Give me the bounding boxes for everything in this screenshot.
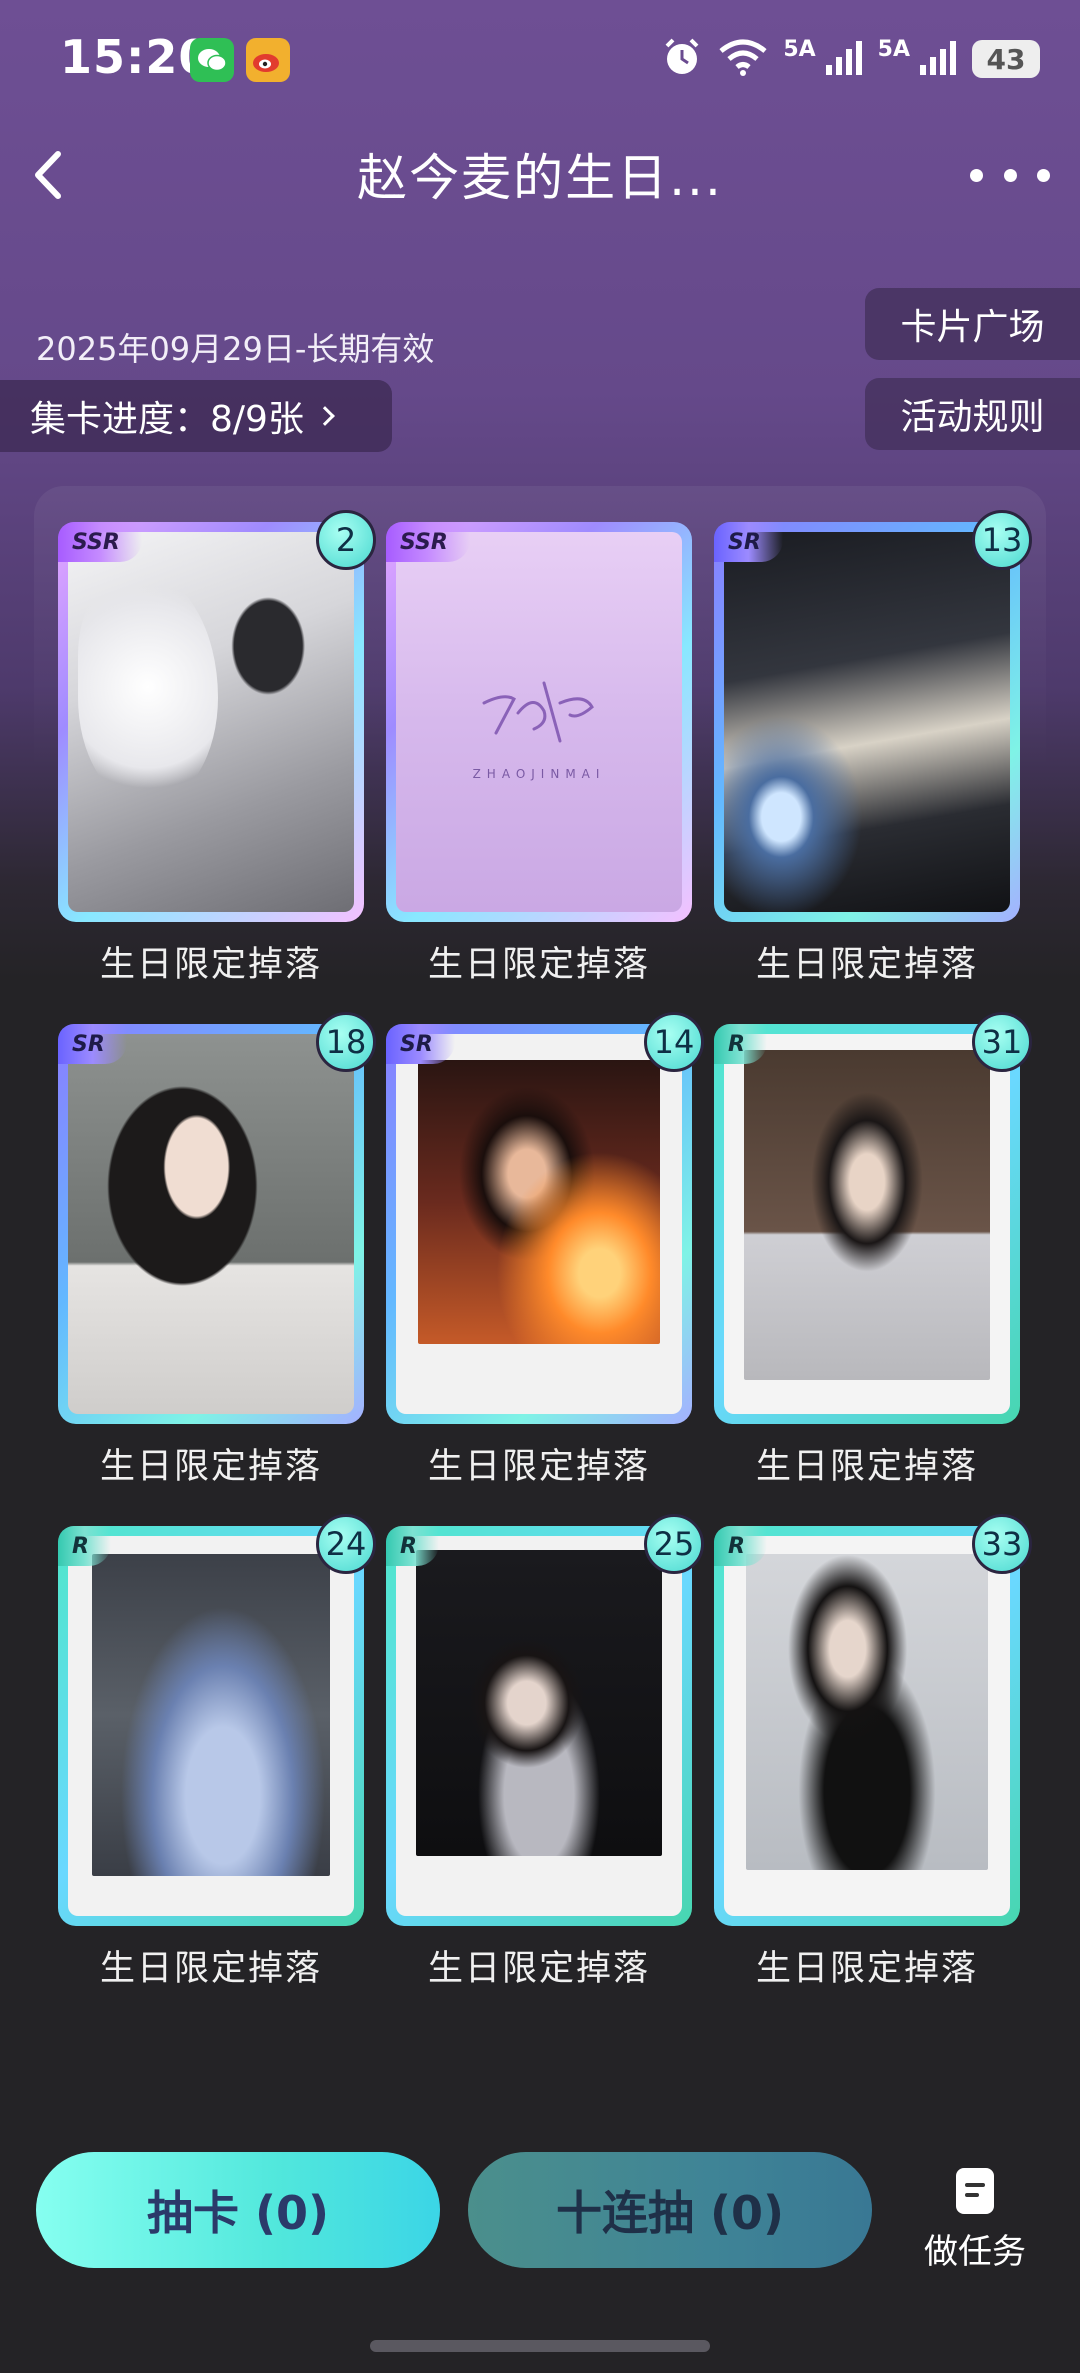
card-count-badge: 25	[644, 1514, 704, 1574]
rarity-badge: R	[714, 1526, 767, 1566]
card-count-badge: 33	[972, 1514, 1032, 1574]
validity-text: 2025年09月29日-长期有效	[36, 330, 435, 368]
card-frame[interactable]: SR 14	[386, 1012, 704, 1424]
card-plaza-button[interactable]: 卡片广场	[865, 288, 1080, 360]
chevron-left-icon	[35, 151, 61, 199]
card-caption: 生日限定掉落	[99, 1447, 322, 1487]
card-item[interactable]: R 24 生日限定掉落	[58, 1514, 376, 1991]
rarity-badge: SR	[714, 522, 783, 562]
card-caption: 生日限定掉落	[99, 1949, 322, 1989]
clock: 15:20	[60, 30, 212, 84]
card-frame[interactable]: R 25	[386, 1514, 704, 1926]
card-frame[interactable]: SSR 2	[58, 510, 376, 922]
collection-progress[interactable]: 集卡进度：8/9张	[0, 380, 392, 452]
card-count-badge: 13	[972, 510, 1032, 570]
card-frame[interactable]: R 33	[714, 1514, 1032, 1926]
card-count-badge: 14	[644, 1012, 704, 1072]
signal-icon	[824, 37, 864, 81]
weibo-icon	[246, 38, 290, 82]
sim1-label: 5A	[783, 36, 816, 62]
card-item[interactable]: SR 13 生日限定掉落	[714, 510, 1032, 987]
back-button[interactable]	[20, 140, 80, 210]
rarity-badge: R	[386, 1526, 439, 1566]
task-list-icon	[956, 2168, 994, 2214]
card-frame[interactable]: R 24	[58, 1514, 376, 1926]
card-caption: 生日限定掉落	[427, 1447, 650, 1487]
card-item[interactable]: SR 14 生日限定掉落	[386, 1012, 704, 1489]
card-count-badge: 24	[316, 1514, 376, 1574]
draw-one-button[interactable]: 抽卡 (0)	[36, 2152, 440, 2268]
do-tasks-label: 做任务	[924, 2232, 1026, 2272]
battery-icon: 43	[972, 40, 1040, 78]
signature-caption: ZHAOJINMAI	[472, 767, 606, 781]
event-rules-button[interactable]: 活动规则	[865, 378, 1080, 450]
card-caption: 生日限定掉落	[427, 945, 650, 985]
home-indicator[interactable]	[370, 2340, 710, 2352]
card-item[interactable]: R 25 生日限定掉落	[386, 1514, 704, 1991]
wifi-icon	[717, 37, 769, 81]
card-count-badge: 18	[316, 1012, 376, 1072]
card-item[interactable]: ZHAOJINMAI SSR 生日限定掉落	[386, 522, 692, 987]
rarity-badge: SSR	[386, 522, 470, 562]
do-tasks-button[interactable]: 做任务	[910, 2168, 1040, 2273]
wechat-icon	[190, 38, 234, 82]
card-caption: 生日限定掉落	[755, 1949, 978, 1989]
card-photo	[724, 1536, 1010, 1916]
rarity-badge: SR	[386, 1024, 455, 1064]
card-frame[interactable]: ZHAOJINMAI SSR	[386, 522, 692, 922]
card-item[interactable]: R 31 生日限定掉落	[714, 1012, 1032, 1489]
rarity-badge: R	[714, 1024, 767, 1064]
rarity-badge: SSR	[58, 522, 142, 562]
card-count-badge: 2	[316, 510, 376, 570]
draw-ten-button[interactable]: 十连抽 (0)	[468, 2152, 872, 2268]
rarity-badge: SR	[58, 1024, 127, 1064]
card-count-badge: 31	[972, 1012, 1032, 1072]
card-photo	[396, 1536, 682, 1916]
card-caption: 生日限定掉落	[755, 1447, 978, 1487]
signature-icon	[482, 681, 594, 743]
progress-label: 集卡进度：8/9张	[30, 399, 304, 440]
signature-card: ZHAOJINMAI	[396, 532, 682, 912]
more-button[interactable]	[970, 150, 1050, 200]
chevron-right-icon	[315, 406, 335, 426]
alarm-icon	[661, 36, 703, 82]
card-photo	[396, 1034, 682, 1414]
signal-icon	[918, 37, 958, 81]
card-caption: 生日限定掉落	[427, 1949, 650, 1989]
rarity-badge: R	[58, 1526, 111, 1566]
card-photo	[68, 1536, 354, 1916]
card-photo	[68, 1034, 354, 1414]
card-frame[interactable]: SR 18	[58, 1012, 376, 1424]
card-item[interactable]: SR 18 生日限定掉落	[58, 1012, 376, 1489]
card-item[interactable]: SSR 2 生日限定掉落	[58, 510, 376, 987]
card-photo	[724, 532, 1010, 912]
card-photo	[68, 532, 354, 912]
card-frame[interactable]: SR 13	[714, 510, 1032, 922]
card-frame[interactable]: R 31	[714, 1012, 1032, 1424]
page-title: 赵今麦的生日...	[357, 149, 723, 207]
card-caption: 生日限定掉落	[755, 945, 978, 985]
more-dots-icon	[970, 168, 983, 182]
card-caption: 生日限定掉落	[99, 945, 322, 985]
card-photo	[724, 1034, 1010, 1414]
card-item[interactable]: R 33 生日限定掉落	[714, 1514, 1032, 1991]
sim2-label: 5A	[877, 36, 910, 62]
status-bar: 15:20 5A 5A 43	[0, 0, 1080, 120]
